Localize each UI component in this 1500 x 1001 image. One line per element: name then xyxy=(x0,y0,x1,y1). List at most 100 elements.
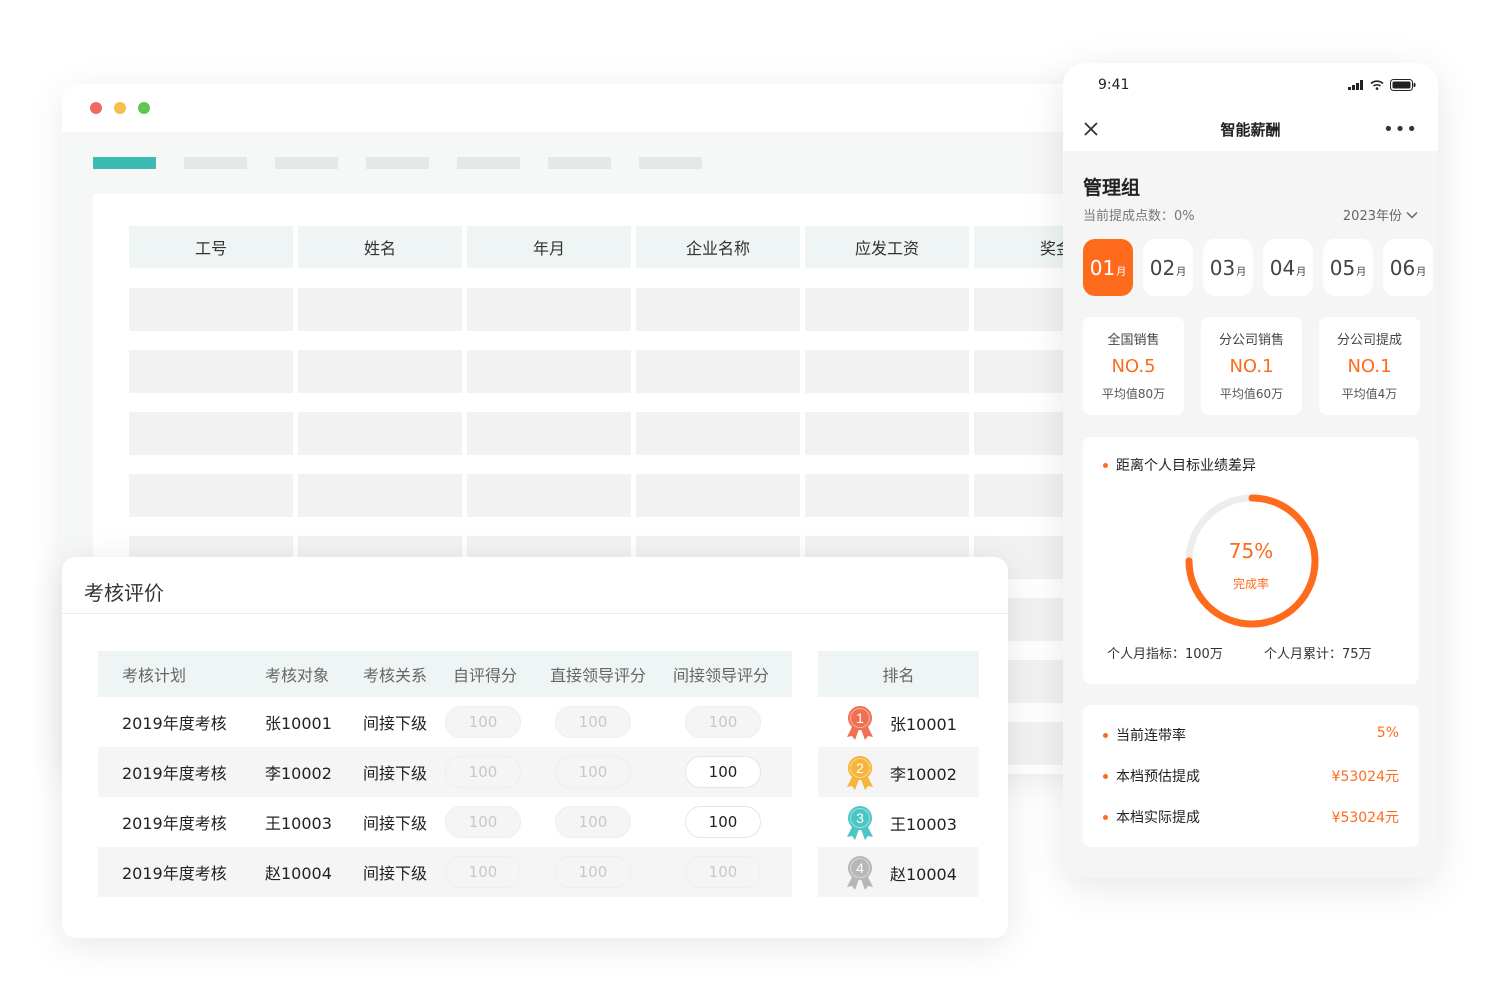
medal-icon: 2 xyxy=(847,756,873,790)
self-score-input[interactable]: 100 xyxy=(445,856,521,888)
table-row: 2019年度考核 张10001 间接下级 100 100 100 xyxy=(98,697,792,747)
direct-score-input[interactable]: 100 xyxy=(555,756,631,788)
month-unit: 月 xyxy=(1116,267,1127,278)
goal-title-row: 距离个人目标业绩差异 xyxy=(1103,455,1256,475)
status-time: 9:41 xyxy=(1098,77,1130,93)
plan-cell: 2019年度考核 xyxy=(122,814,227,833)
month-tab[interactable]: 04 月 xyxy=(1263,239,1313,296)
medal-icon: 4 xyxy=(847,856,873,890)
window-controls xyxy=(90,102,150,114)
column-header: 自评得分 xyxy=(453,666,518,685)
month-unit: 月 xyxy=(1176,267,1187,278)
stat-value: NO.5 xyxy=(1111,356,1156,377)
month-tab[interactable]: 02 月 xyxy=(1143,239,1193,296)
direct-score-input[interactable]: 100 xyxy=(555,806,631,838)
table-row: 2019年度考核 李10002 间接下级 100 100 100 xyxy=(98,747,792,797)
metric-label-row: 本档实际提成 xyxy=(1103,807,1200,827)
stat-card: 分公司提成 NO.1 平均值4万 xyxy=(1319,317,1420,415)
battery-icon xyxy=(1390,79,1416,91)
goal-card: 距离个人目标业绩差异 75% 完成率 个人月指标：100万 个人月累计：75万 xyxy=(1083,437,1419,684)
completion-percent: 75% xyxy=(1228,539,1274,563)
table-header-row: 考核计划 考核对象 考核关系 自评得分 直接领导评分 间接领导评分 xyxy=(98,651,792,697)
ranking-column: 排名 1 张10001 2 李10002 3 王10003 4 赵10004 xyxy=(818,651,979,897)
tab-active[interactable] xyxy=(93,157,156,169)
stat-average: 平均值60万 xyxy=(1219,387,1284,401)
direct-score-input[interactable]: 100 xyxy=(555,706,631,738)
month-number: 04 xyxy=(1269,256,1296,280)
metric-label-row: 本档预估提成 xyxy=(1103,766,1200,786)
salary-column-header: 工号 xyxy=(129,226,293,268)
salary-column-header: 应发工资 xyxy=(805,226,969,268)
tab-placeholder[interactable] xyxy=(366,157,429,169)
tab-bar xyxy=(93,157,702,169)
stat-average: 平均值80万 xyxy=(1101,387,1166,401)
group-title: 管理组 xyxy=(1083,177,1141,199)
metric-value: 5% xyxy=(1376,725,1399,741)
table-row: 2019年度考核 王10003 间接下级 100 100 100 xyxy=(98,797,792,847)
ranking-header: 排名 xyxy=(818,651,979,697)
stat-value: NO.1 xyxy=(1347,356,1392,377)
medal-icon: 1 xyxy=(847,706,873,740)
table-row xyxy=(129,350,1102,393)
month-number: 02 xyxy=(1149,256,1176,280)
medal-rank: 2 xyxy=(856,760,864,776)
ranking-row: 3 王10003 xyxy=(818,797,979,847)
self-score-input[interactable]: 100 xyxy=(445,806,521,838)
month-tab[interactable]: 05 月 xyxy=(1323,239,1373,296)
goal-title: 距离个人目标业绩差异 xyxy=(1116,458,1256,474)
evaluation-table: 考核计划 考核对象 考核关系 自评得分 直接领导评分 间接领导评分 2019年度… xyxy=(98,651,792,897)
salary-column-header: 姓名 xyxy=(298,226,462,268)
salary-column-header: 企业名称 xyxy=(636,226,800,268)
stat-label: 全国销售 xyxy=(1107,333,1160,348)
tab-placeholder[interactable] xyxy=(457,157,520,169)
table-row xyxy=(129,412,1102,455)
month-tab[interactable]: 03 月 xyxy=(1203,239,1253,296)
column-header: 考核计划 xyxy=(122,666,187,685)
phone-screen: 9:41 智能薪酬 ••• 管理组 当前提成点数：0% 2023年份 01 月 … xyxy=(1063,63,1438,878)
month-number: 01 xyxy=(1089,256,1116,280)
month-unit: 月 xyxy=(1416,267,1427,278)
window-maximize-button[interactable] xyxy=(138,102,150,114)
indirect-score-input[interactable]: 100 xyxy=(685,856,761,888)
month-number: 06 xyxy=(1389,256,1416,280)
bullet-icon xyxy=(1103,814,1108,820)
commission-points: 当前提成点数：0% xyxy=(1083,209,1195,224)
nav-title: 智能薪酬 xyxy=(1220,121,1281,139)
year-selector[interactable]: 2023年份 xyxy=(1343,205,1418,224)
ranking-name: 张10001 xyxy=(890,715,957,734)
indirect-score-input[interactable]: 100 xyxy=(685,756,761,788)
month-tab[interactable]: 01 月 xyxy=(1083,239,1133,296)
chevron-down-icon xyxy=(1406,211,1418,219)
ranking-row: 2 李10002 xyxy=(818,747,979,797)
month-number: 05 xyxy=(1329,256,1356,280)
ranking-row: 1 张10001 xyxy=(818,697,979,747)
indirect-score-input[interactable]: 100 xyxy=(685,706,761,738)
window-minimize-button[interactable] xyxy=(114,102,126,114)
commission-metrics-card: 当前连带率 5% 本档预估提成 ¥53024元 本档实际提成 ¥53024元 xyxy=(1083,705,1419,847)
status-icons xyxy=(1348,79,1416,91)
self-score-input[interactable]: 100 xyxy=(445,756,521,788)
self-score-input[interactable]: 100 xyxy=(445,706,521,738)
target-cell: 李10002 xyxy=(265,764,332,783)
table-row: 2019年度考核 赵10004 间接下级 100 100 100 xyxy=(98,847,792,897)
tab-placeholder[interactable] xyxy=(184,157,247,169)
tab-placeholder[interactable] xyxy=(548,157,611,169)
tab-placeholder[interactable] xyxy=(639,157,702,169)
month-selector: 01 月 02 月 03 月 04 月 05 月 06 月 xyxy=(1083,239,1433,296)
direct-score-input[interactable]: 100 xyxy=(555,856,631,888)
relation-cell: 间接下级 xyxy=(363,864,428,883)
year-label: 2023年份 xyxy=(1342,209,1402,224)
month-tab[interactable]: 06 月 xyxy=(1383,239,1433,296)
target-cell: 张10001 xyxy=(265,714,332,733)
panel-title: 考核评价 xyxy=(84,581,164,605)
plan-cell: 2019年度考核 xyxy=(122,764,227,783)
more-icon[interactable]: ••• xyxy=(1383,119,1418,140)
table-row xyxy=(129,474,1102,517)
window-close-button[interactable] xyxy=(90,102,102,114)
indirect-score-input[interactable]: 100 xyxy=(685,806,761,838)
table-row xyxy=(129,288,1102,331)
metric-row: 本档预估提成 ¥53024元 xyxy=(1083,766,1419,786)
tab-placeholder[interactable] xyxy=(275,157,338,169)
salary-column-header: 年月 xyxy=(467,226,631,268)
ranking-row: 4 赵10004 xyxy=(818,847,979,897)
